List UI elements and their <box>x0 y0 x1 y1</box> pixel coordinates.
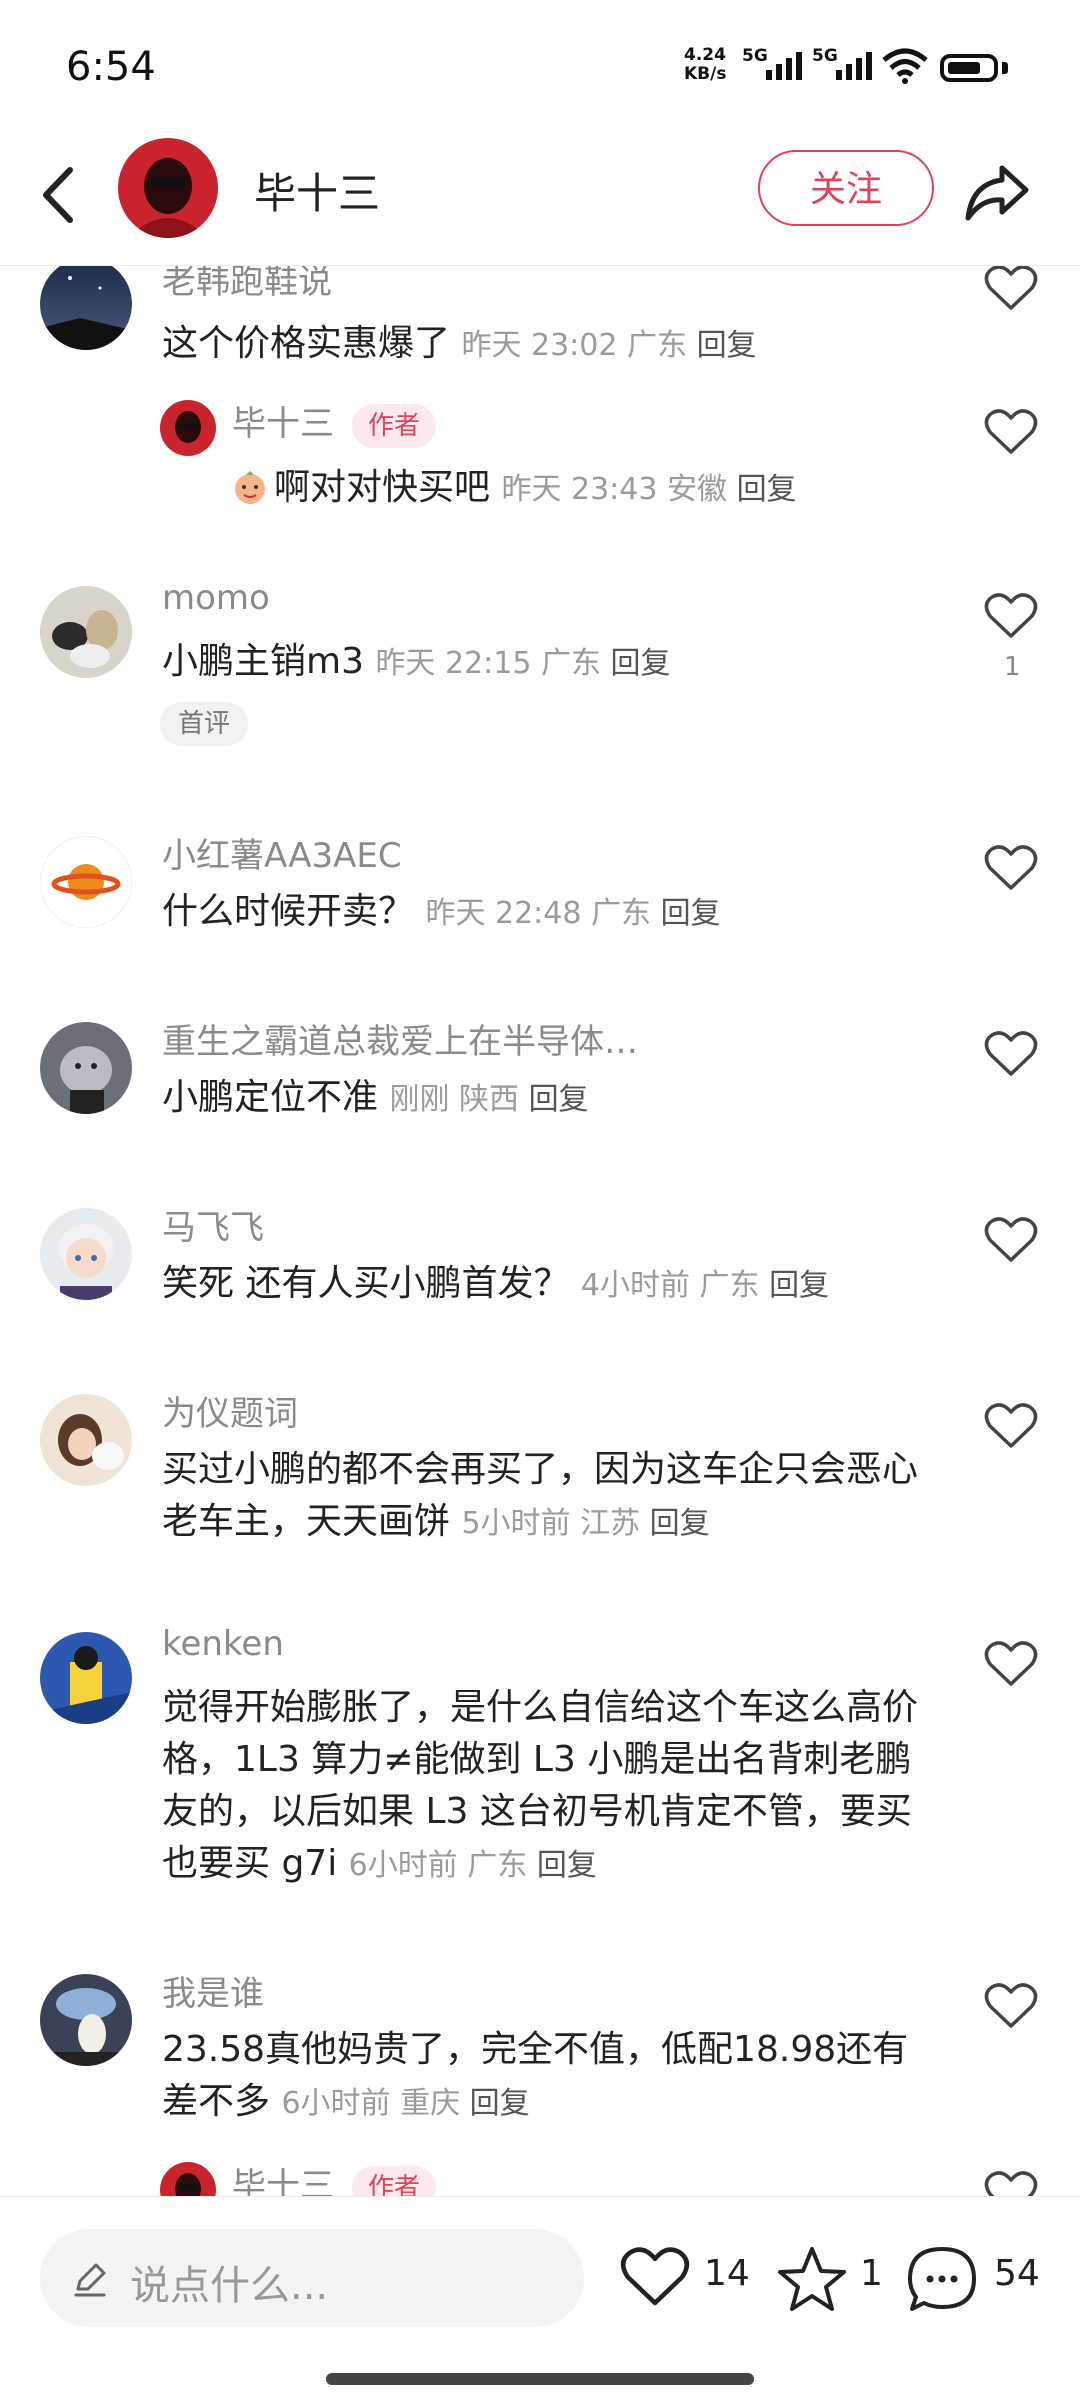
reply-button[interactable]: 回复 <box>537 1848 597 1883</box>
home-indicator[interactable] <box>326 2373 754 2385</box>
user-avatar[interactable] <box>40 1208 132 1300</box>
comment-text: 这个价格实惠爆了 昨天 23:02 广东 回复 <box>162 323 757 364</box>
reply-button[interactable]: 回复 <box>529 1082 589 1117</box>
like-icon[interactable] <box>984 844 1038 892</box>
comment-text: 笑死 还有人买小鹏首发？ 4小时前 广东 回复 <box>162 1263 830 1304</box>
comment-username[interactable]: 老韩跑鞋说 <box>162 266 332 303</box>
user-avatar[interactable] <box>40 836 132 928</box>
reply-username[interactable]: 毕十三 作者 <box>232 396 437 448</box>
comment-username[interactable]: 重生之霸道总裁爱上在半导体… <box>162 1014 638 1063</box>
comment-time: 昨天 23:02 广东 <box>461 328 688 363</box>
comment-username[interactable]: 为仪题词 <box>162 1386 298 1435</box>
author-tag: 作者 <box>352 2165 437 2196</box>
status-bar: 6:54 4.24 KB/s 5G 5G <box>0 0 1080 130</box>
pencil-icon <box>74 2263 106 2297</box>
comment-list[interactable]: 老韩跑鞋说 这个价格实惠爆了 昨天 23:02 广东 回复 毕十三 作者 啊对对快… <box>0 266 1080 2196</box>
reply-username[interactable]: 毕十三 作者 <box>232 2158 437 2196</box>
follow-button[interactable]: 关注 <box>758 150 934 226</box>
emoji-icon <box>235 471 265 504</box>
user-avatar[interactable] <box>40 1022 132 1114</box>
author-avatar-small[interactable] <box>160 400 216 456</box>
reply-button[interactable]: 回复 <box>470 2086 530 2121</box>
network-speed-unit: KB/s <box>684 64 727 84</box>
like-icon[interactable] <box>984 1640 1038 1688</box>
first-comment-badge: 首评 <box>160 702 249 746</box>
comment-text: 什么时候开卖？ 昨天 22:48 广东 回复 <box>162 891 721 932</box>
author-tag: 作者 <box>352 403 437 448</box>
like-icon[interactable] <box>984 266 1038 312</box>
like-icon[interactable] <box>984 1402 1038 1450</box>
comment-text: 23.58真他妈贵了，完全不值，低配18.98还有差不多 6小时前 重庆 回复 <box>162 2029 909 2122</box>
back-icon[interactable] <box>34 160 84 230</box>
comment-text: 小鹏定位不准 刚刚 陕西 回复 <box>162 1077 589 1118</box>
comment-text: 小鹏主销m3 昨天 22:15 广东 回复 <box>162 641 671 682</box>
comment-icon[interactable] <box>906 2245 978 2315</box>
header-divider <box>0 265 1080 266</box>
user-avatar[interactable] <box>40 1632 132 1724</box>
star-count: 1 <box>860 2253 883 2294</box>
signal-icon-2 <box>836 52 872 80</box>
reply-button[interactable]: 回复 <box>650 1506 710 1541</box>
reply-button[interactable]: 回复 <box>611 646 671 681</box>
top-bar: 毕十三 关注 <box>0 130 1080 266</box>
signal-icon <box>766 52 802 80</box>
like-count: 1 <box>1004 652 1021 682</box>
author-avatar-small[interactable] <box>160 2162 216 2196</box>
comment-input[interactable]: 说点什么... <box>40 2229 584 2327</box>
battery-icon <box>940 54 998 82</box>
comment-input-placeholder: 说点什么... <box>130 2263 329 2309</box>
like-icon[interactable] <box>984 408 1038 456</box>
reply-button[interactable]: 回复 <box>661 896 721 931</box>
status-time: 6:54 <box>66 44 156 90</box>
comment-username[interactable]: kenken <box>162 1624 284 1664</box>
like-icon[interactable] <box>984 592 1038 640</box>
reply-button[interactable]: 回复 <box>769 1268 829 1303</box>
like-icon[interactable] <box>984 1216 1038 1264</box>
like-count: 14 <box>704 2253 750 2294</box>
comment-text: 觉得开始膨胀了，是什么自信给这个车这么高价格，1L3 算力≠能做到 L3 小鹏是… <box>162 1687 919 1884</box>
star-icon[interactable] <box>776 2245 848 2313</box>
user-avatar[interactable] <box>40 266 132 350</box>
reply-button[interactable]: 回复 <box>697 328 757 363</box>
share-icon[interactable] <box>962 160 1032 226</box>
network-speed: 4.24 KB/s <box>684 46 726 84</box>
like-icon[interactable] <box>984 1030 1038 1078</box>
comment-username[interactable]: 我是谁 <box>162 1966 264 2015</box>
author-name[interactable]: 毕十三 <box>254 160 380 221</box>
comment-username[interactable]: 小红薯AA3AEC <box>162 828 402 877</box>
comment-username[interactable]: momo <box>162 578 270 618</box>
user-avatar[interactable] <box>40 1394 132 1486</box>
network-speed-value: 4.24 <box>684 45 726 65</box>
like-icon[interactable] <box>984 2170 1038 2196</box>
author-avatar[interactable] <box>118 138 218 238</box>
wifi-icon <box>882 48 928 84</box>
user-avatar[interactable] <box>40 586 132 678</box>
reply-text: 啊对对快买吧 昨天 23:43 安徽 回复 <box>232 462 932 516</box>
user-avatar[interactable] <box>40 1974 132 2066</box>
bottom-action-bar: 说点什么... 14 1 54 <box>0 2196 1080 2401</box>
comment-count: 54 <box>994 2253 1040 2294</box>
reply-button[interactable]: 回复 <box>737 472 797 507</box>
comment-text: 买过小鹏的都不会再买了，因为这车企只会恶心老车主，天天画饼 5小时前 江苏 回复 <box>162 1449 919 1542</box>
like-post-icon[interactable] <box>620 2245 690 2309</box>
like-icon[interactable] <box>984 1982 1038 2030</box>
comment-username[interactable]: 马飞飞 <box>162 1200 264 1249</box>
